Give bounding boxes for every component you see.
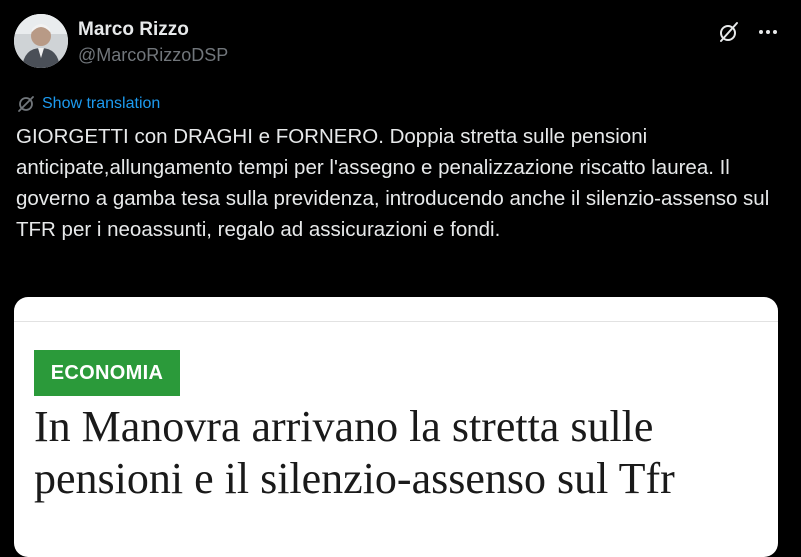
card-divider: [14, 321, 778, 322]
tweet-text: GIORGETTI con DRAGHI e FORNERO. Doppia s…: [16, 125, 770, 241]
avatar[interactable]: [14, 14, 68, 68]
tweet-header: Marco Rizzo @MarcoRizzoDSP: [14, 14, 789, 70]
grok-icon[interactable]: [717, 20, 741, 44]
show-translation-link[interactable]: Show translation: [16, 93, 160, 115]
author-name[interactable]: Marco Rizzo: [78, 19, 189, 41]
show-translation-label: Show translation: [42, 95, 161, 112]
more-icon[interactable]: [754, 18, 782, 46]
avatar-photo-icon: [14, 14, 68, 68]
translate-icon: [18, 96, 34, 112]
article-headline: In Manovra arrivano la stretta sulle pen…: [34, 402, 675, 503]
author-handle[interactable]: @MarcoRizzoDSP: [78, 45, 228, 66]
link-preview-card[interactable]: ECONOMIA In Manovra arrivano la stretta …: [14, 297, 778, 557]
category-badge: ECONOMIA: [34, 350, 180, 396]
